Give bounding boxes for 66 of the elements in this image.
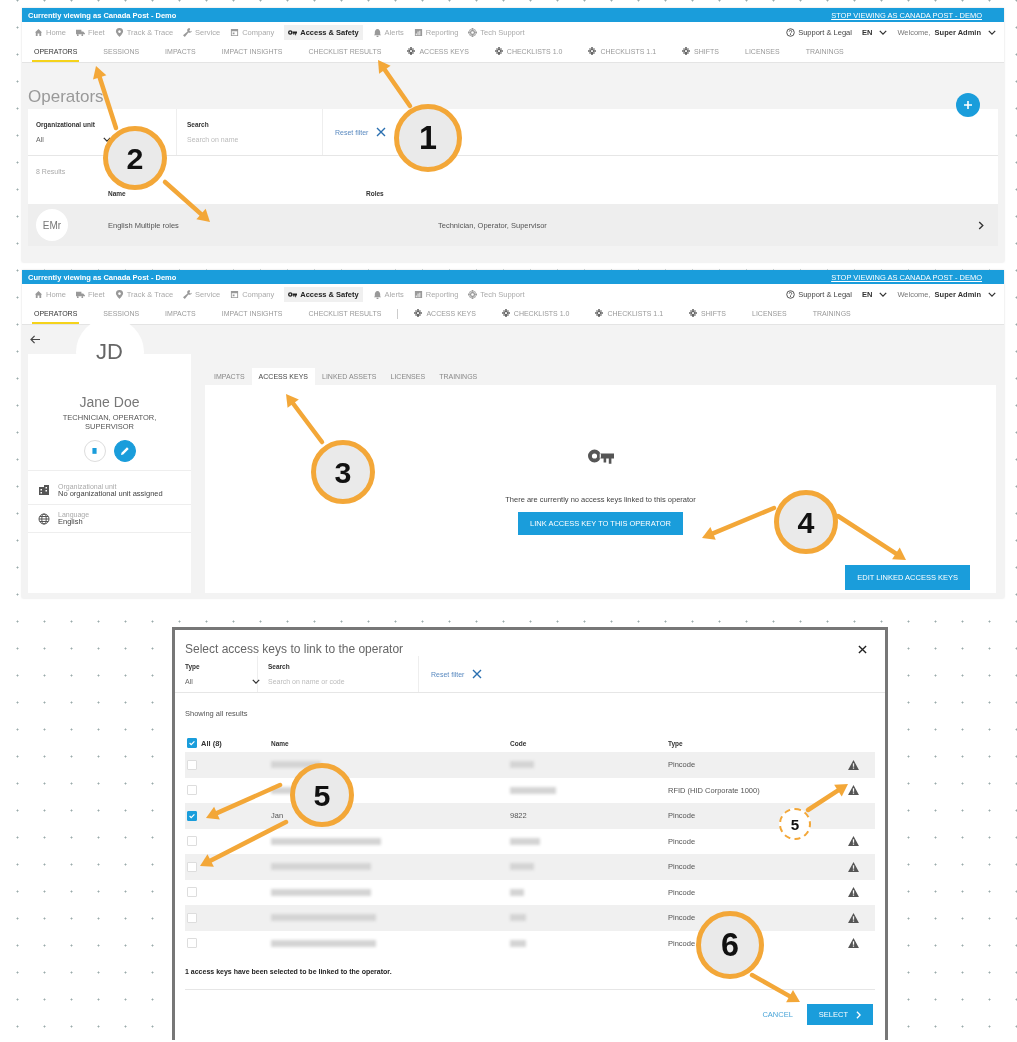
gear-icon [682, 47, 691, 55]
dialog-title: Select access keys to link to the operator [185, 642, 404, 656]
close-icon [472, 669, 483, 679]
checkbox[interactable] [187, 810, 197, 821]
bell-icon [372, 27, 382, 37]
delete-button[interactable] [83, 439, 106, 462]
chevron-down-icon [879, 29, 888, 35]
gear-icon [501, 309, 510, 317]
key-icon [288, 289, 298, 299]
blurred-text [510, 786, 556, 794]
help-icon [786, 27, 796, 37]
home-icon [34, 289, 43, 299]
gear-icon [414, 309, 423, 317]
close-icon[interactable] [858, 644, 867, 654]
help-icon [786, 289, 796, 299]
blurred-text [510, 914, 526, 922]
arrow [378, 60, 413, 109]
page-title: Operators [28, 87, 104, 107]
bell-icon [372, 289, 382, 299]
gear-icon [595, 309, 604, 317]
gear-icon [588, 47, 597, 55]
blurred-text [510, 761, 534, 769]
chart-icon [413, 289, 423, 299]
gear-icon [494, 47, 503, 55]
calendar-icon [230, 289, 240, 299]
blurred-text [510, 863, 534, 871]
chevron-down-icon [252, 679, 260, 684]
key-icon [288, 27, 298, 37]
gear-icon [689, 309, 698, 317]
building-icon [38, 484, 50, 497]
blurred-text [510, 888, 524, 896]
blurred-text [510, 939, 526, 947]
truck-icon [76, 289, 85, 299]
pencil-icon [119, 445, 130, 456]
arrow [286, 394, 325, 445]
pin-icon [114, 289, 124, 299]
checkbox[interactable] [187, 738, 197, 748]
plus-icon [963, 100, 973, 110]
gear-icon [468, 289, 478, 299]
chevron-down-icon [879, 291, 888, 297]
chevron-down-icon [988, 291, 996, 297]
chevron-down-icon [988, 29, 996, 35]
back-arrow-icon[interactable] [30, 335, 41, 344]
arrow [835, 513, 906, 560]
wrench-icon [183, 289, 193, 299]
trash-icon [92, 447, 97, 455]
calendar-icon [230, 27, 240, 37]
operator-name: Jane Doe [79, 394, 140, 410]
gear-icon [407, 47, 416, 55]
blurred-text [510, 837, 540, 845]
arrow [162, 179, 210, 222]
avatar: EMr [36, 209, 68, 241]
arrow [749, 972, 800, 1003]
arrow [805, 784, 848, 813]
globe-icon [38, 512, 50, 525]
wrench-icon [183, 27, 193, 37]
gear-icon [468, 27, 478, 37]
chevron-right-icon [856, 1010, 861, 1019]
edit-button[interactable] [113, 439, 136, 462]
close-icon [376, 127, 387, 137]
home-icon [34, 27, 43, 37]
chevron-right-icon [978, 220, 984, 230]
truck-icon [76, 27, 85, 37]
add-button[interactable] [956, 93, 980, 117]
pin-icon [114, 27, 124, 37]
chart-icon [413, 27, 423, 37]
